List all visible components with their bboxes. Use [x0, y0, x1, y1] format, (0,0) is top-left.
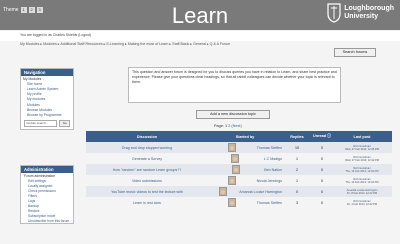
author-link[interactable]: Ben Nation	[264, 168, 282, 172]
reply-count[interactable]: 1	[282, 153, 312, 164]
site-title: Learn	[171, 3, 229, 28]
col-unread[interactable]: Unread ⓘ	[312, 131, 332, 142]
discussion-link[interactable]: How "random" are random Learn groups??	[113, 168, 181, 172]
user-avatar[interactable]	[231, 154, 240, 163]
university-crest-icon	[327, 3, 341, 23]
user-avatar[interactable]	[227, 143, 236, 152]
discussion-link[interactable]: Learn is rest slow	[133, 201, 161, 205]
table-row: How "random" are random Learn groups?? Be…	[86, 164, 392, 175]
discussion-link[interactable]: YouTube music videos to test the lecture…	[111, 190, 183, 194]
breadcrumb[interactable]: My Modules ▸ Modules ▸ Additional Staff …	[20, 42, 230, 46]
table-row: Generate a Survey L C Madigo 1 0 Rich Goodma…	[86, 153, 392, 164]
author-link[interactable]: Amanda Louise Harrington	[239, 190, 282, 194]
table-row: YouTube music videos to test the lecture…	[86, 186, 392, 197]
author-link[interactable]: Nicola Jennings	[257, 179, 282, 183]
user-avatar[interactable]	[219, 187, 228, 196]
unread-count: 0	[312, 153, 332, 164]
module-search-input[interactable]: module search...	[24, 119, 58, 127]
user-avatar[interactable]	[231, 165, 240, 174]
author-link[interactable]: Thomas Steffen	[257, 146, 282, 150]
reply-count[interactable]: 1	[282, 175, 312, 186]
page-current: 1	[225, 124, 228, 128]
last-post-date[interactable]: Fri, 8 Feb 2013, 12:42 PM	[332, 192, 392, 195]
page-next-link[interactable]: (Next)	[231, 124, 241, 128]
discussion-link[interactable]: Drag and drop stopped working	[122, 146, 172, 150]
unread-count: 0	[312, 175, 332, 186]
discussion-link[interactable]: Generate a Survey	[132, 157, 162, 161]
unread-count: 0	[312, 142, 332, 153]
page-header: Theme 1 2 3 Learn Loughborough Universit…	[0, 0, 400, 30]
table-row: Video submissions Nicola Jennings 1 0 Rich G…	[86, 175, 392, 186]
pagination: Page: 1 2 (Next)	[214, 124, 242, 128]
user-avatar[interactable]	[227, 176, 236, 185]
last-post-date[interactable]: Wed, 27 Feb 2013, 12:42 PM	[332, 159, 392, 162]
author-link[interactable]: Thomas Steffen	[257, 201, 282, 205]
theme-option-3[interactable]: 3	[36, 7, 43, 13]
module-search-go-button[interactable]: Go	[59, 119, 70, 127]
discussion-table: Discussion Started by Replies Unread ⓘ L…	[86, 131, 392, 208]
last-post-date[interactable]: Fri, 1 Feb 2013, 12:42 PM	[332, 203, 392, 206]
forum-intro: This question and answer forum is design…	[128, 67, 341, 103]
navigation-title: Navigation	[21, 69, 73, 76]
last-post-date[interactable]: Wed, 27 Feb 2013, 12:26 PM	[332, 148, 392, 151]
page-label: Page:	[214, 124, 224, 128]
reply-count[interactable]: 10	[282, 142, 312, 153]
page-next-number[interactable]: 2	[228, 124, 230, 128]
discussion-link[interactable]: Video submissions	[132, 179, 162, 183]
unread-count: 0	[312, 186, 332, 197]
navigation-block: Navigation My Modules Site home Learn Admi…	[20, 68, 74, 130]
table-row: Learn is rest slow Thomas Steffen 3 0 Rich G…	[86, 197, 392, 208]
theme-selector: Theme 1 2 3	[3, 3, 43, 13]
navigation-list: My Modules Site home Learn Admin System My …	[21, 76, 73, 118]
user-avatar[interactable]	[227, 198, 236, 207]
search-forums-button[interactable]: Search forums	[334, 48, 376, 57]
unread-count: 0	[312, 197, 332, 208]
discussion-list: Drag and drop stopped working Thomas Stef…	[86, 142, 392, 208]
col-last-post[interactable]: Last post	[332, 131, 392, 142]
reply-count[interactable]: 0	[282, 186, 312, 197]
admin-item[interactable]: Unsubscribe from this forum	[21, 218, 73, 223]
reply-count[interactable]: 2	[282, 164, 312, 175]
col-replies[interactable]: Replies	[282, 131, 312, 142]
col-discussion[interactable]: Discussion	[86, 131, 208, 142]
unread-count: 0	[312, 164, 332, 175]
reply-count[interactable]: 3	[282, 197, 312, 208]
administration-title: Administration	[21, 166, 73, 173]
logo-line-2: University	[344, 13, 379, 20]
col-started-by[interactable]: Started by	[208, 131, 282, 142]
theme-label: Theme	[3, 7, 19, 13]
theme-option-2[interactable]: 2	[28, 7, 35, 13]
last-post-date[interactable]: Thu, 14 Feb 2013, 12:42 PM	[332, 181, 392, 184]
university-logo[interactable]: Loughborough University	[327, 3, 394, 23]
add-discussion-button[interactable]: Add a new discussion topic	[196, 110, 270, 119]
last-post-date[interactable]: Thu, 14 Feb 2013, 12:42 PM	[332, 170, 392, 173]
author-link[interactable]: L C Madigo	[264, 157, 282, 161]
theme-option-1[interactable]: 1	[20, 7, 27, 13]
administration-block: Administration Forum administration Edit …	[20, 165, 74, 224]
logo-line-1: Loughborough	[344, 5, 394, 12]
table-row: Drag and drop stopped working Thomas Stef…	[86, 142, 392, 153]
unread-info-icon: ⓘ	[327, 134, 331, 138]
administration-list: Forum administration Edit settings Locally…	[21, 173, 73, 223]
login-info[interactable]: You are logged in as Charles Shields (Lo…	[20, 33, 91, 37]
table-header-row: Discussion Started by Replies Unread ⓘ L…	[86, 131, 392, 142]
